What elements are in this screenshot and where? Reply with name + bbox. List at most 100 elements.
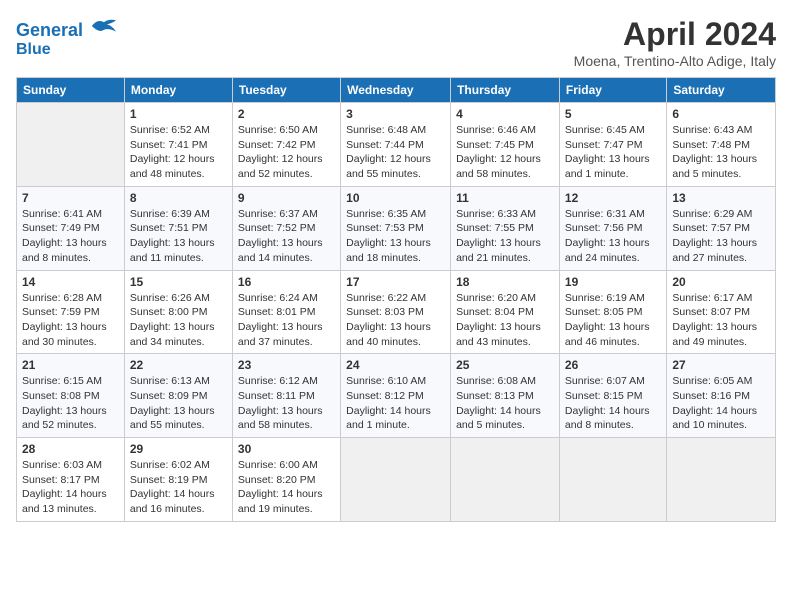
col-header-friday: Friday <box>559 78 666 103</box>
day-info: Sunrise: 6:02 AM Sunset: 8:19 PM Dayligh… <box>130 458 227 517</box>
day-number: 29 <box>130 442 227 456</box>
day-number: 18 <box>456 275 554 289</box>
logo-bird-icon <box>90 16 118 36</box>
calendar-header-row: SundayMondayTuesdayWednesdayThursdayFrid… <box>17 78 776 103</box>
day-number: 8 <box>130 191 227 205</box>
calendar-cell: 6 Sunrise: 6:43 AM Sunset: 7:48 PM Daylig… <box>667 103 776 187</box>
day-number: 9 <box>238 191 335 205</box>
calendar-cell: 28 Sunrise: 6:03 AM Sunset: 8:17 PM Dayli… <box>17 438 125 522</box>
day-info: Sunrise: 6:33 AM Sunset: 7:55 PM Dayligh… <box>456 207 554 266</box>
calendar-cell: 19Sunrise: 6:19 AM Sunset: 8:05 PM Dayli… <box>559 270 666 354</box>
calendar-cell: 30 Sunrise: 6:00 AM Sunset: 8:20 PM Dayli… <box>232 438 340 522</box>
day-number: 12 <box>565 191 661 205</box>
calendar-cell: 3 Sunrise: 6:48 AM Sunset: 7:44 PM Daylig… <box>341 103 451 187</box>
logo: General Blue <box>16 16 118 58</box>
day-number: 6 <box>672 107 770 121</box>
col-header-tuesday: Tuesday <box>232 78 340 103</box>
logo-blue: Blue <box>16 41 118 59</box>
day-number: 11 <box>456 191 554 205</box>
day-number: 5 <box>565 107 661 121</box>
calendar-cell <box>667 438 776 522</box>
calendar-cell: 11 Sunrise: 6:33 AM Sunset: 7:55 PM Dayli… <box>451 186 560 270</box>
day-info: Sunrise: 6:08 AM Sunset: 8:13 PM Dayligh… <box>456 374 554 433</box>
day-info: Sunrise: 6:19 AM Sunset: 8:05 PM Dayligh… <box>565 291 661 350</box>
calendar-week-row: 28 Sunrise: 6:03 AM Sunset: 8:17 PM Dayli… <box>17 438 776 522</box>
day-number: 26 <box>565 358 661 372</box>
day-info: Sunrise: 6:39 AM Sunset: 7:51 PM Dayligh… <box>130 207 227 266</box>
day-number: 25 <box>456 358 554 372</box>
page-header: General Blue April 2024 Moena, Trentino-… <box>16 16 776 69</box>
title-block: April 2024 Moena, Trentino-Alto Adige, I… <box>574 16 776 69</box>
day-info: Sunrise: 6:45 AM Sunset: 7:47 PM Dayligh… <box>565 123 661 182</box>
day-info: Sunrise: 6:00 AM Sunset: 8:20 PM Dayligh… <box>238 458 335 517</box>
calendar-table: SundayMondayTuesdayWednesdayThursdayFrid… <box>16 77 776 522</box>
day-info: Sunrise: 6:41 AM Sunset: 7:49 PM Dayligh… <box>22 207 119 266</box>
calendar-week-row: 1 Sunrise: 6:52 AM Sunset: 7:41 PM Daylig… <box>17 103 776 187</box>
calendar-cell: 15 Sunrise: 6:26 AM Sunset: 8:00 PM Dayli… <box>124 270 232 354</box>
calendar-cell: 25 Sunrise: 6:08 AM Sunset: 8:13 PM Dayli… <box>451 354 560 438</box>
day-info: Sunrise: 6:10 AM Sunset: 8:12 PM Dayligh… <box>346 374 445 433</box>
day-info: Sunrise: 6:13 AM Sunset: 8:09 PM Dayligh… <box>130 374 227 433</box>
calendar-cell: 1 Sunrise: 6:52 AM Sunset: 7:41 PM Daylig… <box>124 103 232 187</box>
day-number: 27 <box>672 358 770 372</box>
calendar-cell: 8 Sunrise: 6:39 AM Sunset: 7:51 PM Daylig… <box>124 186 232 270</box>
subtitle: Moena, Trentino-Alto Adige, Italy <box>574 53 776 69</box>
calendar-cell <box>341 438 451 522</box>
day-info: Sunrise: 6:22 AM Sunset: 8:03 PM Dayligh… <box>346 291 445 350</box>
day-number: 13 <box>672 191 770 205</box>
calendar-body: 1 Sunrise: 6:52 AM Sunset: 7:41 PM Daylig… <box>17 103 776 522</box>
day-info: Sunrise: 6:12 AM Sunset: 8:11 PM Dayligh… <box>238 374 335 433</box>
day-number: 10 <box>346 191 445 205</box>
col-header-monday: Monday <box>124 78 232 103</box>
calendar-cell: 27Sunrise: 6:05 AM Sunset: 8:16 PM Dayli… <box>667 354 776 438</box>
day-info: Sunrise: 6:29 AM Sunset: 7:57 PM Dayligh… <box>672 207 770 266</box>
calendar-cell <box>451 438 560 522</box>
calendar-cell: 4Sunrise: 6:46 AM Sunset: 7:45 PM Daylig… <box>451 103 560 187</box>
day-number: 30 <box>238 442 335 456</box>
day-info: Sunrise: 6:52 AM Sunset: 7:41 PM Dayligh… <box>130 123 227 182</box>
calendar-cell: 10 Sunrise: 6:35 AM Sunset: 7:53 PM Dayli… <box>341 186 451 270</box>
calendar-cell: 14Sunrise: 6:28 AM Sunset: 7:59 PM Dayli… <box>17 270 125 354</box>
day-info: Sunrise: 6:37 AM Sunset: 7:52 PM Dayligh… <box>238 207 335 266</box>
logo-text: General <box>16 16 118 41</box>
day-info: Sunrise: 6:43 AM Sunset: 7:48 PM Dayligh… <box>672 123 770 182</box>
calendar-week-row: 7Sunrise: 6:41 AM Sunset: 7:49 PM Daylig… <box>17 186 776 270</box>
day-info: Sunrise: 6:28 AM Sunset: 7:59 PM Dayligh… <box>22 291 119 350</box>
day-number: 20 <box>672 275 770 289</box>
day-number: 15 <box>130 275 227 289</box>
day-info: Sunrise: 6:17 AM Sunset: 8:07 PM Dayligh… <box>672 291 770 350</box>
day-number: 22 <box>130 358 227 372</box>
calendar-week-row: 14Sunrise: 6:28 AM Sunset: 7:59 PM Dayli… <box>17 270 776 354</box>
day-number: 3 <box>346 107 445 121</box>
col-header-thursday: Thursday <box>451 78 560 103</box>
calendar-cell: 13 Sunrise: 6:29 AM Sunset: 7:57 PM Dayli… <box>667 186 776 270</box>
calendar-cell: 17Sunrise: 6:22 AM Sunset: 8:03 PM Dayli… <box>341 270 451 354</box>
calendar-cell: 22 Sunrise: 6:13 AM Sunset: 8:09 PM Dayli… <box>124 354 232 438</box>
col-header-saturday: Saturday <box>667 78 776 103</box>
calendar-cell: 7Sunrise: 6:41 AM Sunset: 7:49 PM Daylig… <box>17 186 125 270</box>
day-info: Sunrise: 6:26 AM Sunset: 8:00 PM Dayligh… <box>130 291 227 350</box>
calendar-cell: 20 Sunrise: 6:17 AM Sunset: 8:07 PM Dayli… <box>667 270 776 354</box>
day-info: Sunrise: 6:48 AM Sunset: 7:44 PM Dayligh… <box>346 123 445 182</box>
calendar-cell <box>17 103 125 187</box>
day-number: 23 <box>238 358 335 372</box>
day-number: 4 <box>456 107 554 121</box>
day-info: Sunrise: 6:24 AM Sunset: 8:01 PM Dayligh… <box>238 291 335 350</box>
calendar-cell: 26 Sunrise: 6:07 AM Sunset: 8:15 PM Dayli… <box>559 354 666 438</box>
calendar-week-row: 21Sunrise: 6:15 AM Sunset: 8:08 PM Dayli… <box>17 354 776 438</box>
day-info: Sunrise: 6:20 AM Sunset: 8:04 PM Dayligh… <box>456 291 554 350</box>
day-number: 28 <box>22 442 119 456</box>
day-info: Sunrise: 6:31 AM Sunset: 7:56 PM Dayligh… <box>565 207 661 266</box>
day-info: Sunrise: 6:03 AM Sunset: 8:17 PM Dayligh… <box>22 458 119 517</box>
calendar-cell: 2Sunrise: 6:50 AM Sunset: 7:42 PM Daylig… <box>232 103 340 187</box>
day-number: 24 <box>346 358 445 372</box>
day-number: 16 <box>238 275 335 289</box>
main-title: April 2024 <box>574 16 776 53</box>
day-number: 2 <box>238 107 335 121</box>
day-number: 1 <box>130 107 227 121</box>
day-info: Sunrise: 6:35 AM Sunset: 7:53 PM Dayligh… <box>346 207 445 266</box>
day-info: Sunrise: 6:07 AM Sunset: 8:15 PM Dayligh… <box>565 374 661 433</box>
calendar-cell: 21Sunrise: 6:15 AM Sunset: 8:08 PM Dayli… <box>17 354 125 438</box>
day-info: Sunrise: 6:15 AM Sunset: 8:08 PM Dayligh… <box>22 374 119 433</box>
calendar-cell: 24 Sunrise: 6:10 AM Sunset: 8:12 PM Dayli… <box>341 354 451 438</box>
